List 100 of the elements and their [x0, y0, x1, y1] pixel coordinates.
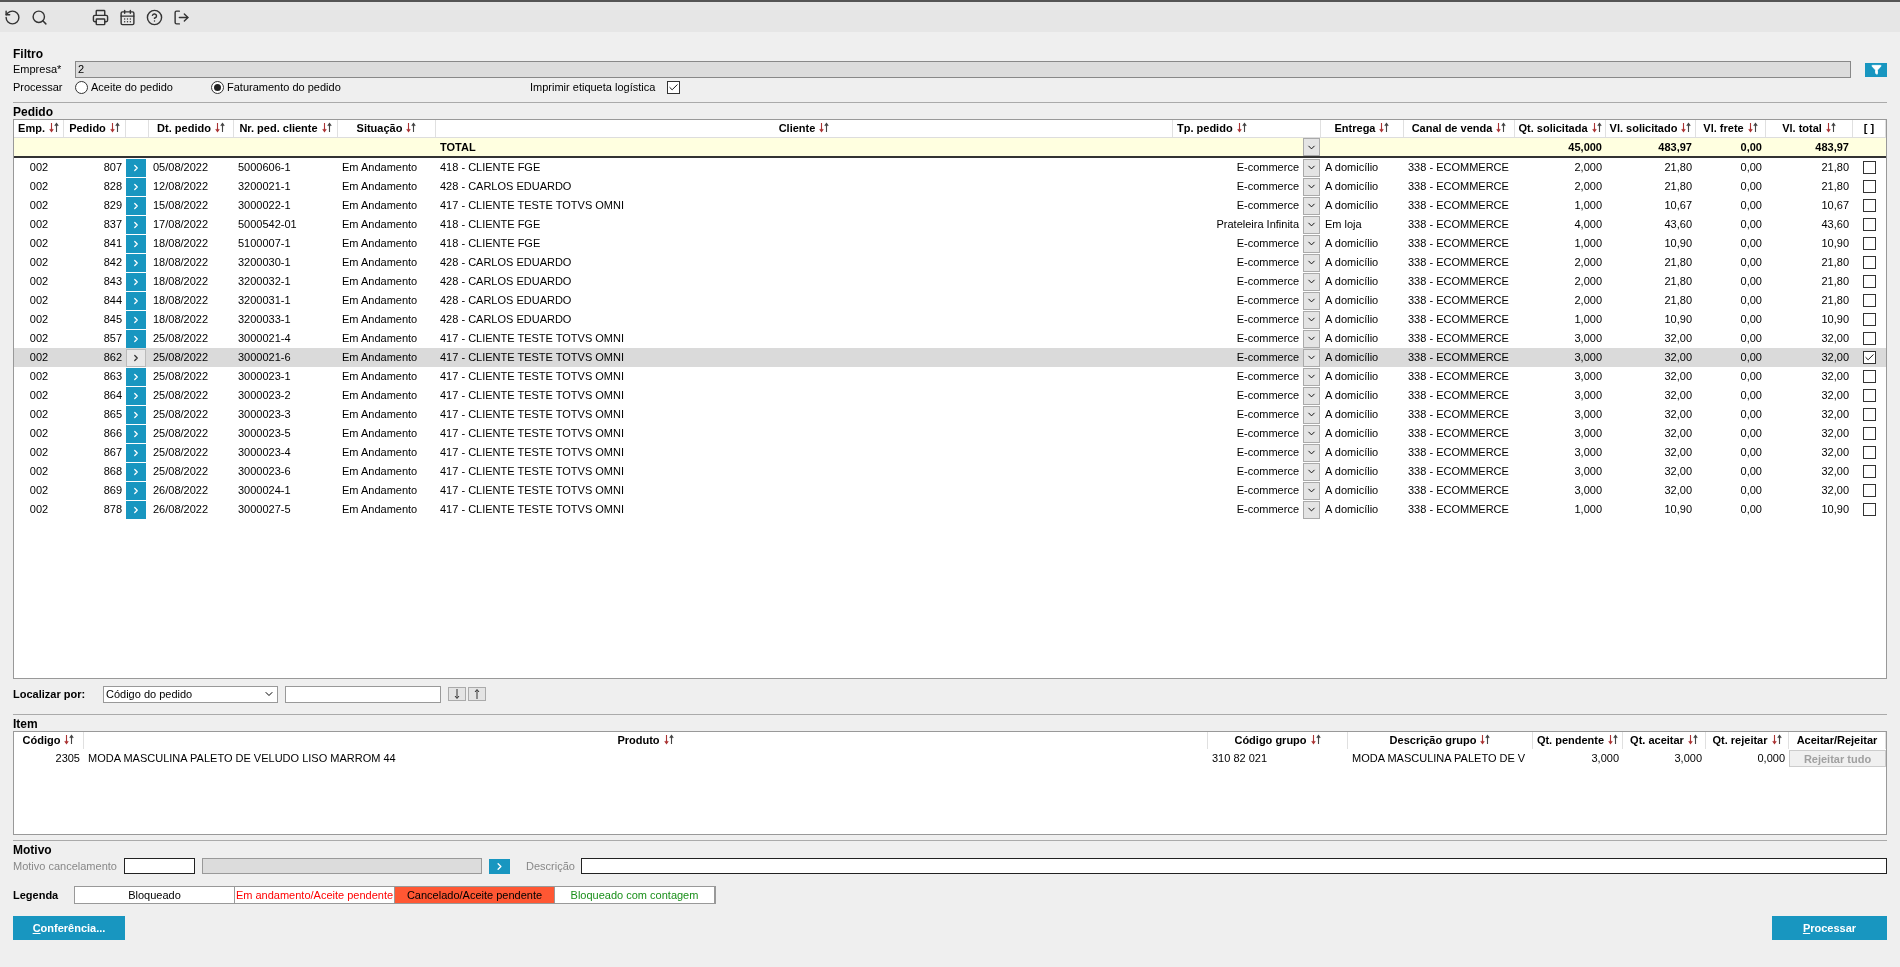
column-header[interactable]: Qt. solicitada	[1518, 120, 1602, 137]
column-header[interactable]: Código grupo	[1234, 732, 1321, 749]
open-button[interactable]	[126, 253, 146, 272]
open-button[interactable]	[126, 481, 146, 500]
open-button[interactable]	[126, 462, 146, 481]
open-button[interactable]	[126, 158, 146, 177]
checkbox[interactable]	[1863, 294, 1876, 307]
column-header[interactable]: Dt. pedido	[157, 120, 225, 137]
column-header[interactable]: Cliente	[778, 120, 830, 137]
column-header[interactable]: Qt. pendente	[1536, 732, 1619, 749]
dropdown-button[interactable]	[1303, 329, 1320, 348]
open-button[interactable]	[126, 196, 146, 215]
open-button[interactable]	[126, 367, 146, 386]
column-header[interactable]: Nr. ped. cliente	[239, 120, 332, 137]
filter-button[interactable]	[1865, 62, 1887, 77]
checkbox[interactable]	[1863, 218, 1876, 231]
dropdown-button[interactable]	[1303, 500, 1320, 519]
radio-button[interactable]	[211, 80, 224, 94]
open-button[interactable]	[126, 291, 146, 310]
dropdown-button[interactable]	[1303, 405, 1320, 424]
column-header[interactable]: Descrição grupo	[1389, 732, 1491, 749]
dropdown-button[interactable]	[1303, 138, 1320, 156]
column-header[interactable]: Tp. pedido	[1177, 120, 1247, 137]
dropdown-button[interactable]	[1303, 291, 1320, 310]
down-button[interactable]	[448, 687, 466, 701]
company-field[interactable]: 2	[75, 61, 1851, 78]
radio-button[interactable]	[75, 80, 88, 94]
open-button[interactable]	[126, 348, 146, 367]
column-header[interactable]: Código	[22, 732, 75, 749]
open-button[interactable]	[126, 405, 146, 424]
description-field[interactable]	[581, 858, 1887, 874]
table-cell-text: 0,00	[1740, 198, 1762, 214]
search-reason-button[interactable]	[489, 858, 510, 874]
column-header[interactable]: Qt. aceitar	[1630, 732, 1698, 749]
open-button[interactable]	[126, 500, 146, 519]
checkbox[interactable]	[1863, 180, 1876, 193]
search-field[interactable]	[285, 685, 441, 703]
dropdown-button[interactable]	[1303, 253, 1320, 272]
checkbox[interactable]	[1863, 351, 1876, 364]
checkbox[interactable]	[1863, 332, 1876, 345]
dropdown-button[interactable]	[1303, 215, 1320, 234]
dropdown-button[interactable]	[1303, 424, 1320, 443]
open-button[interactable]	[126, 386, 146, 405]
open-button[interactable]	[126, 310, 146, 329]
checkbox[interactable]	[1863, 465, 1876, 478]
checkbox[interactable]	[1863, 408, 1876, 421]
open-button[interactable]	[126, 329, 146, 348]
search-by-select[interactable]: Código do pedido	[103, 685, 278, 703]
open-button[interactable]	[126, 424, 146, 443]
checkbox[interactable]	[1863, 237, 1876, 250]
column-header[interactable]: Qt. rejeitar	[1712, 732, 1782, 749]
checkbox[interactable]	[1863, 199, 1876, 212]
dropdown-button[interactable]	[1303, 386, 1320, 405]
calendar-icon[interactable]	[119, 8, 136, 26]
open-button[interactable]	[126, 177, 146, 196]
checkbox[interactable]	[1863, 446, 1876, 459]
up-button[interactable]	[468, 687, 486, 701]
open-button[interactable]	[126, 215, 146, 234]
search-icon[interactable]	[31, 8, 48, 26]
table-cell-text: 32,00	[1821, 464, 1849, 480]
checkbox[interactable]	[1863, 275, 1876, 288]
checkbox[interactable]	[1863, 370, 1876, 383]
dropdown-button[interactable]	[1303, 367, 1320, 386]
dropdown-button[interactable]	[1303, 310, 1320, 329]
dropdown-button[interactable]	[1303, 196, 1320, 215]
dropdown-button[interactable]	[1303, 272, 1320, 291]
table-cell-text: 21,80	[1664, 179, 1692, 195]
column-header[interactable]: Vl. solicitado	[1609, 120, 1692, 137]
undo-icon[interactable]	[4, 8, 21, 26]
dropdown-button[interactable]	[1303, 158, 1320, 177]
open-button[interactable]	[126, 272, 146, 291]
checkbox[interactable]	[1863, 256, 1876, 269]
dropdown-button[interactable]	[1303, 443, 1320, 462]
column-header[interactable]: Situação	[356, 120, 417, 137]
checkbox[interactable]	[667, 80, 681, 94]
help-icon[interactable]	[146, 8, 163, 26]
dropdown-button[interactable]	[1303, 234, 1320, 253]
column-header[interactable]: Vl. frete	[1703, 120, 1758, 137]
column-header[interactable]: Entrega	[1334, 120, 1390, 137]
dropdown-button[interactable]	[1303, 462, 1320, 481]
checkbox[interactable]	[1863, 313, 1876, 326]
dropdown-button[interactable]	[1303, 348, 1320, 367]
open-button[interactable]	[126, 234, 146, 253]
checkbox[interactable]	[1863, 389, 1876, 402]
table-row[interactable]: 002 862 25/08/2022 3000021-6 Em Andamento 417 - CLIENTE TESTE TOTVS OMNI E-commerce A domicílio 338 - ECOMMERCE 3,000 32,00 0,00 32,00	[14, 348, 1886, 367]
column-header[interactable]: Produto	[617, 732, 674, 749]
open-button[interactable]	[126, 443, 146, 462]
printer-icon[interactable]	[92, 8, 109, 26]
column-header[interactable]: Pedido	[69, 120, 120, 137]
checkbox[interactable]	[1863, 484, 1876, 497]
exit-icon[interactable]	[173, 8, 190, 26]
checkbox[interactable]	[1863, 161, 1876, 174]
column-header[interactable]: Vl. total	[1782, 120, 1836, 137]
column-header[interactable]: Emp.	[18, 120, 59, 137]
dropdown-button[interactable]	[1303, 481, 1320, 500]
checkbox[interactable]	[1863, 503, 1876, 516]
reason-code-field[interactable]	[124, 858, 195, 874]
dropdown-button[interactable]	[1303, 177, 1320, 196]
column-header[interactable]: Canal de venda	[1411, 120, 1507, 137]
checkbox[interactable]	[1863, 427, 1876, 440]
